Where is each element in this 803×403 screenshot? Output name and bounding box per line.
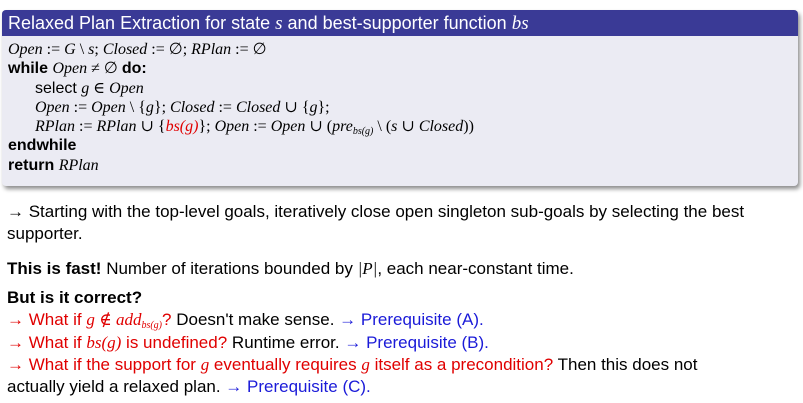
algorithm-block-title: Relaxed Plan Extraction for state s and …: [2, 10, 798, 36]
question-b: → What if bs(g) is undefined? Runtime er…: [7, 332, 489, 352]
description-paragraph: → Starting with the top-level goals, ite…: [7, 202, 745, 243]
question-a: → What if g ∉ addbs(g)? Doesn't make sen…: [7, 310, 484, 332]
algo-line-endwhile: endwhile: [8, 137, 77, 155]
question-c-continued: actually yield a relaxed plan. → Prerequ…: [7, 377, 371, 397]
algo-line-update-rplan: RPlan := RPlan ∪ {bs(g)}; Open := Open ∪…: [35, 118, 474, 138]
algo-line-select: select g ∈ Open: [35, 79, 144, 97]
algo-line-init: Open := G \ s; Closed := ∅; RPlan := ∅: [8, 41, 267, 58]
complexity-paragraph: This is fast! Number of iterations bound…: [7, 259, 574, 278]
algorithm-block: Relaxed Plan Extraction for state s and …: [2, 10, 798, 186]
correctness-section: But is it correct? → What if g ∉ addbs(g…: [7, 287, 797, 398]
algo-line-while: while Open ≠ ∅ do:: [8, 60, 147, 78]
correctness-heading: But is it correct?: [7, 288, 143, 307]
algorithm-body: Open := G \ s; Closed := ∅; RPlan := ∅ w…: [8, 40, 474, 175]
algo-line-update-open-closed: Open := Open \ {g}; Closed := Closed ∪ {…: [35, 98, 330, 116]
question-c: → What if the support for g eventually r…: [7, 354, 698, 374]
algo-line-return: return RPlan: [8, 156, 99, 174]
